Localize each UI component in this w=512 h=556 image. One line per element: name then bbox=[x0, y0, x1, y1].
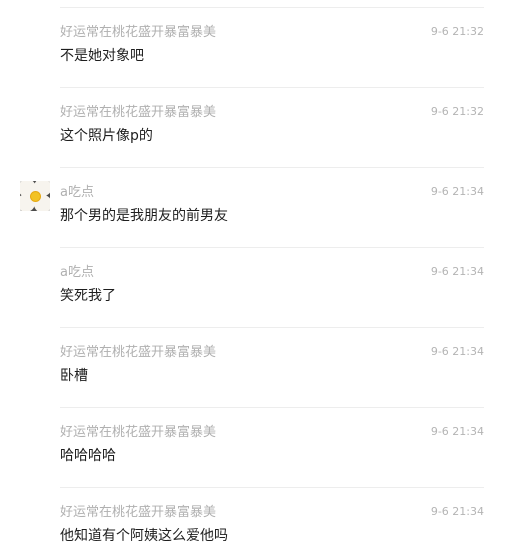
sender-name[interactable]: 好运常在桃花盛开暴富暴美 bbox=[60, 344, 220, 362]
chat-message-list: 好运常在桃花盛开暴富暴美 9-6 21:32 不是她对象吧 好运常在桃花盛开暴富… bbox=[0, 0, 512, 556]
message-text: 他知道有个阿姨这么爱他吗 bbox=[60, 528, 228, 544]
chat-message[interactable]: 好运常在桃花盛开暴富暴美 9-6 21:34 他知道有个阿姨这么爱他吗 bbox=[0, 488, 512, 556]
message-text: 那个男的是我朋友的前男友 bbox=[60, 208, 228, 224]
message-time: 9-6 21:34 bbox=[430, 425, 484, 438]
chat-message[interactable]: a吃点 9-6 21:34 笑死我了 bbox=[0, 248, 512, 328]
message-time: 9-6 21:32 bbox=[430, 25, 484, 38]
message-time: 9-6 21:34 bbox=[430, 345, 484, 358]
sender-name[interactable]: a吃点 bbox=[60, 184, 220, 202]
message-text: 笑死我了 bbox=[60, 288, 116, 304]
message-time: 9-6 21:34 bbox=[430, 505, 484, 518]
sender-name[interactable]: 好运常在桃花盛开暴富暴美 bbox=[60, 504, 220, 522]
sender-name[interactable]: a吃点 bbox=[60, 264, 220, 282]
chat-message[interactable]: 好运常在桃花盛开暴富暴美 9-6 21:34 卧槽 bbox=[0, 328, 512, 408]
chat-message[interactable]: 好运常在桃花盛开暴富暴美 9-6 21:32 不是她对象吧 bbox=[0, 8, 512, 88]
message-text: 这个照片像p的 bbox=[60, 128, 153, 144]
chat-message[interactable]: 好运常在桃花盛开暴富暴美 9-6 21:34 哈哈哈哈 bbox=[0, 408, 512, 488]
message-time: 9-6 21:34 bbox=[430, 185, 484, 198]
message-time: 9-6 21:34 bbox=[430, 265, 484, 278]
message-text: 哈哈哈哈 bbox=[60, 448, 116, 464]
sender-name[interactable]: 好运常在桃花盛开暴富暴美 bbox=[60, 104, 220, 122]
message-text: 卧槽 bbox=[60, 368, 88, 384]
message-text: 不是她对象吧 bbox=[60, 48, 144, 64]
chat-message[interactable]: a吃点 9-6 21:34 那个男的是我朋友的前男友 bbox=[0, 168, 512, 248]
message-time: 9-6 21:32 bbox=[430, 105, 484, 118]
sender-name[interactable]: 好运常在桃花盛开暴富暴美 bbox=[60, 424, 220, 442]
avatar[interactable] bbox=[20, 181, 50, 211]
sender-name[interactable]: 好运常在桃花盛开暴富暴美 bbox=[60, 24, 220, 42]
chat-message[interactable]: 好运常在桃花盛开暴富暴美 9-6 21:32 这个照片像p的 bbox=[0, 88, 512, 168]
flower-center bbox=[31, 192, 40, 201]
